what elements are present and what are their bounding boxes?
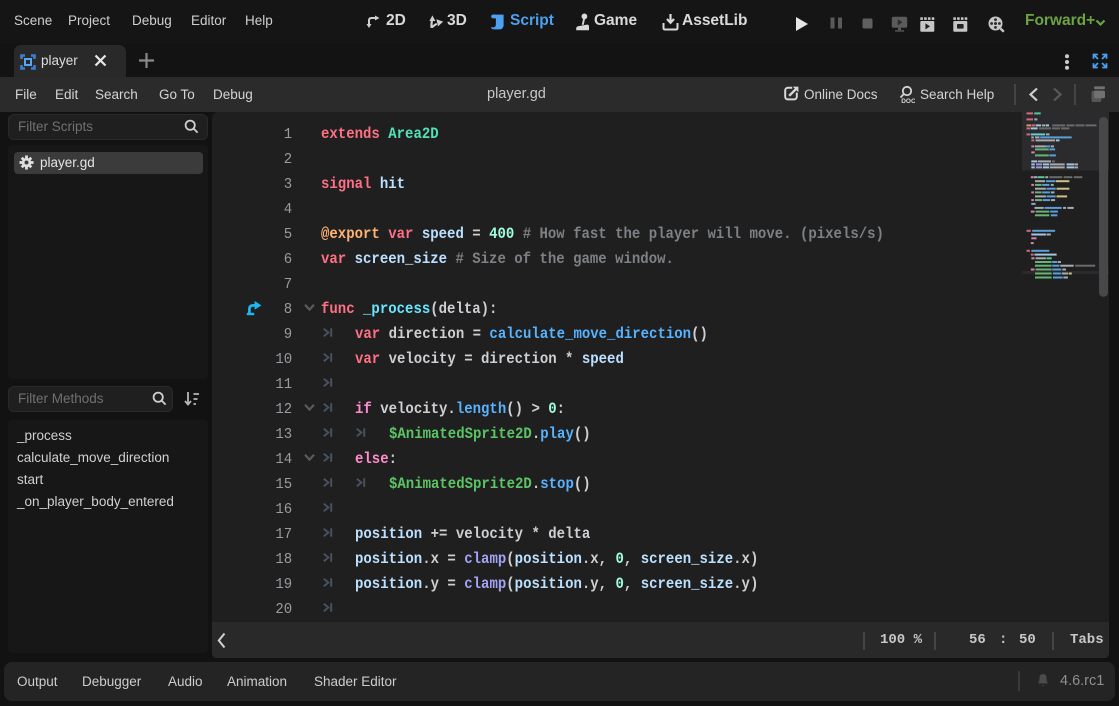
svg-text:DOC: DOC [901, 98, 915, 104]
